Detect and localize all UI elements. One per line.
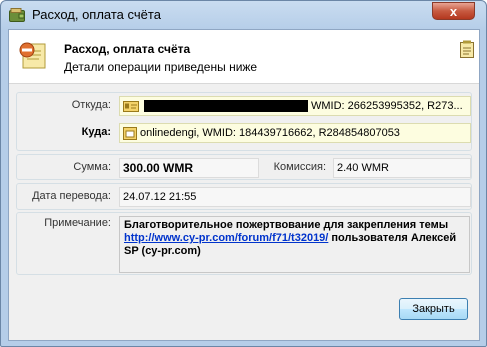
date-value: 24.07.12 21:55 bbox=[123, 191, 197, 203]
from-field[interactable]: WMID: 266253995352, R273... bbox=[119, 96, 471, 116]
date-field[interactable]: 24.07.12 21:55 bbox=[119, 187, 471, 207]
commission-field[interactable]: 2.40 WMR bbox=[333, 158, 471, 178]
dialog-window: Расход, оплата счёта x Расход, оплата сч… bbox=[0, 0, 487, 347]
dialog-header-title: Расход, оплата счёта bbox=[64, 42, 191, 56]
parties-group: Откуда: WMID: 266253995352, R273... Куда… bbox=[16, 92, 472, 151]
dialog-client-area: Расход, оплата счёта Детали операции при… bbox=[8, 29, 480, 341]
dialog-header: Расход, оплата счёта Детали операции при… bbox=[9, 30, 479, 84]
note-text-area[interactable]: Благотворительное пожертвование для закр… bbox=[119, 216, 470, 273]
close-button[interactable]: Закрыть bbox=[399, 298, 468, 320]
from-label: Откуда: bbox=[71, 99, 111, 111]
commission-value: 2.40 WMR bbox=[337, 162, 389, 174]
amount-group: Сумма: 300.00 WMR Комиссия: 2.40 WMR bbox=[16, 154, 472, 180]
date-label: Дата перевода: bbox=[32, 190, 111, 202]
title-bar[interactable]: Расход, оплата счёта x bbox=[1, 1, 486, 29]
amount-field[interactable]: 300.00 WMR bbox=[119, 158, 259, 178]
wallet-icon bbox=[9, 8, 25, 22]
window-close-button[interactable]: x bbox=[432, 2, 475, 20]
amount-value: 300.00 WMR bbox=[123, 161, 194, 175]
to-field[interactable]: onlinedengi, WMID: 184439716662, R284854… bbox=[119, 123, 471, 143]
note-label: Примечание: bbox=[44, 217, 111, 229]
note-text-start: Благотворительное пожертвование для закр… bbox=[124, 219, 449, 231]
amount-label: Сумма: bbox=[73, 161, 111, 173]
commission-label: Комиссия: bbox=[273, 161, 326, 173]
id-card-icon bbox=[123, 100, 139, 112]
note-link[interactable]: http://www.cy-pr.com/forum/f71/t32019/ bbox=[124, 232, 328, 244]
dialog-header-subtitle: Детали операции приведены ниже bbox=[64, 60, 258, 74]
date-group: Дата перевода: 24.07.12 21:55 bbox=[16, 183, 472, 210]
invoice-payment-icon bbox=[19, 42, 46, 69]
note-group: Примечание: Благотворительное пожертвова… bbox=[16, 212, 472, 275]
redacted-block bbox=[144, 100, 308, 113]
shop-icon bbox=[123, 126, 137, 140]
from-value: WMID: 266253995352, R273... bbox=[311, 100, 463, 112]
to-value: onlinedengi, WMID: 184439716662, R284854… bbox=[140, 127, 400, 139]
window-title: Расход, оплата счёта bbox=[32, 7, 161, 22]
to-label: Куда: bbox=[81, 126, 111, 138]
notes-icon[interactable] bbox=[460, 40, 474, 58]
